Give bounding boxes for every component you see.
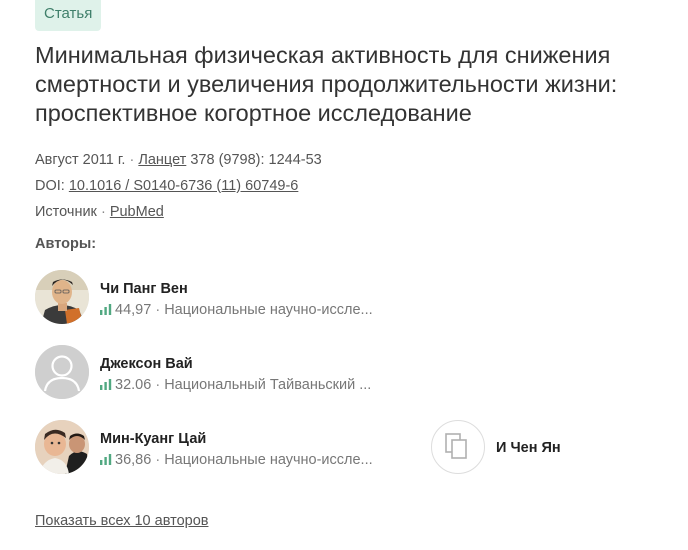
- author-affiliation: Национальный Тайваньский ...: [164, 377, 372, 393]
- author-score: 36,86: [115, 452, 152, 468]
- person-silhouette-icon: [35, 345, 89, 399]
- author-meta: 44,97 · Национальные научно-иссле...: [100, 302, 373, 318]
- separator-dot: ·: [129, 152, 135, 168]
- author-name: И Чен Ян: [496, 440, 561, 456]
- citation-details: 378 (9798): 1244-53: [190, 152, 322, 168]
- separator-dot: ·: [155, 377, 161, 393]
- source-link[interactable]: PubMed: [110, 204, 164, 220]
- author-meta: 32.06 · Национальный Тайваньский ...: [100, 377, 371, 393]
- separator-dot: ·: [155, 302, 161, 318]
- source-label: Источник: [35, 204, 97, 220]
- separator-dot: ·: [100, 204, 106, 220]
- author-name: Чи Панг Вен: [100, 281, 188, 297]
- copy-document-icon: [445, 433, 467, 459]
- author-photo: [35, 420, 89, 474]
- source-row: Источник · PubMed: [35, 203, 164, 221]
- author-meta: 36,86 · Национальные научно-иссле...: [100, 452, 373, 468]
- author-score: 32.06: [115, 377, 152, 393]
- author-score: 44,97: [115, 302, 152, 318]
- author-card[interactable]: Чи Панг Вен 44,97 · Национальные научно-…: [35, 270, 395, 324]
- author-avatar: [431, 420, 485, 474]
- doi-row: DOI: 10.1016 / S0140-6736 (11) 60749-6: [35, 177, 298, 195]
- author-avatar: [35, 420, 89, 474]
- author-card[interactable]: Джексон Вай 32.06 · Национальный Тайвань…: [35, 345, 395, 399]
- show-all-authors-link[interactable]: Показать всех 10 авторов: [35, 513, 208, 529]
- author-name: Джексон Вай: [100, 356, 193, 372]
- author-photo: [35, 270, 89, 324]
- author-avatar: [35, 345, 89, 399]
- author-name: Мин-Куанг Цай: [100, 431, 207, 447]
- publication-date: Август 2011 г.: [35, 152, 126, 168]
- publication-info: Август 2011 г. · Ланцет 378 (9798): 1244…: [35, 151, 322, 169]
- author-card[interactable]: И Чен Ян: [431, 420, 631, 474]
- author-card[interactable]: Мин-Куанг Цай 36,86 · Национальные научн…: [35, 420, 395, 474]
- bar-chart-icon: [100, 454, 112, 465]
- article-type-badge: Статья: [35, 0, 102, 31]
- bar-chart-icon: [100, 379, 112, 390]
- article-title: Минимальная физическая активность для сн…: [35, 42, 618, 126]
- journal-link[interactable]: Ланцет: [138, 152, 186, 168]
- author-avatar: [35, 270, 89, 324]
- bar-chart-icon: [100, 304, 112, 315]
- doi-link[interactable]: 10.1016 / S0140-6736 (11) 60749-6: [69, 178, 299, 194]
- separator-dot: ·: [155, 452, 161, 468]
- authors-heading: Авторы:: [35, 236, 97, 252]
- author-affiliation: Национальные научно-иссле...: [164, 452, 373, 468]
- doi-label: DOI:: [35, 178, 65, 194]
- author-affiliation: Национальные научно-иссле...: [164, 302, 373, 318]
